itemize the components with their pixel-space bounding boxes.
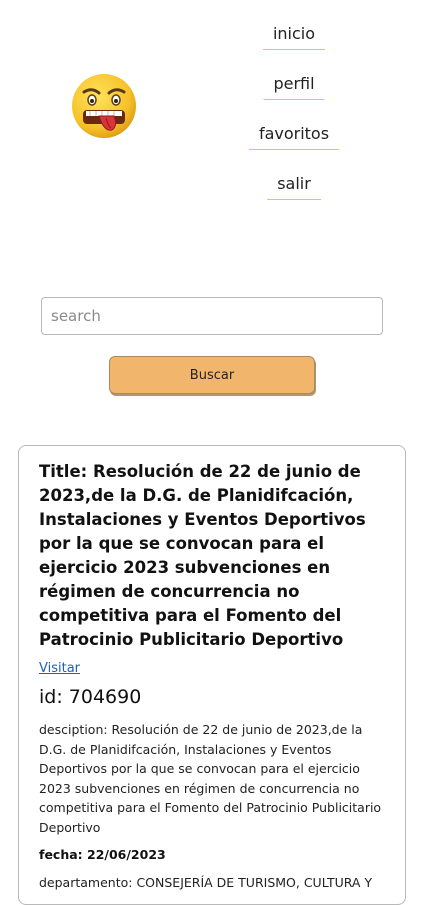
nav-item-perfil[interactable]: perfil	[263, 74, 325, 100]
nav-item-inicio[interactable]: inicio	[262, 24, 326, 50]
logo-emoji-icon	[70, 72, 138, 140]
search-input[interactable]	[41, 297, 383, 335]
result-description: desciption: Resolución de 22 de junio de…	[39, 722, 382, 835]
visit-link[interactable]: Visitar	[39, 661, 385, 676]
result-card: Title: Resolución de 22 de junio de 2023…	[18, 445, 406, 905]
result-department: departamento: CONSEJERÍA DE TURISMO, CUL…	[39, 875, 373, 890]
result-id: id: 704690	[39, 686, 142, 708]
nav-item-salir[interactable]: salir	[267, 174, 321, 200]
search-button[interactable]: Buscar	[109, 356, 315, 394]
result-title: Title: Resolución de 22 de junio de 2023…	[39, 462, 366, 649]
result-date: fecha: 22/06/2023	[39, 847, 166, 862]
nav-item-favoritos[interactable]: favoritos	[248, 124, 340, 150]
